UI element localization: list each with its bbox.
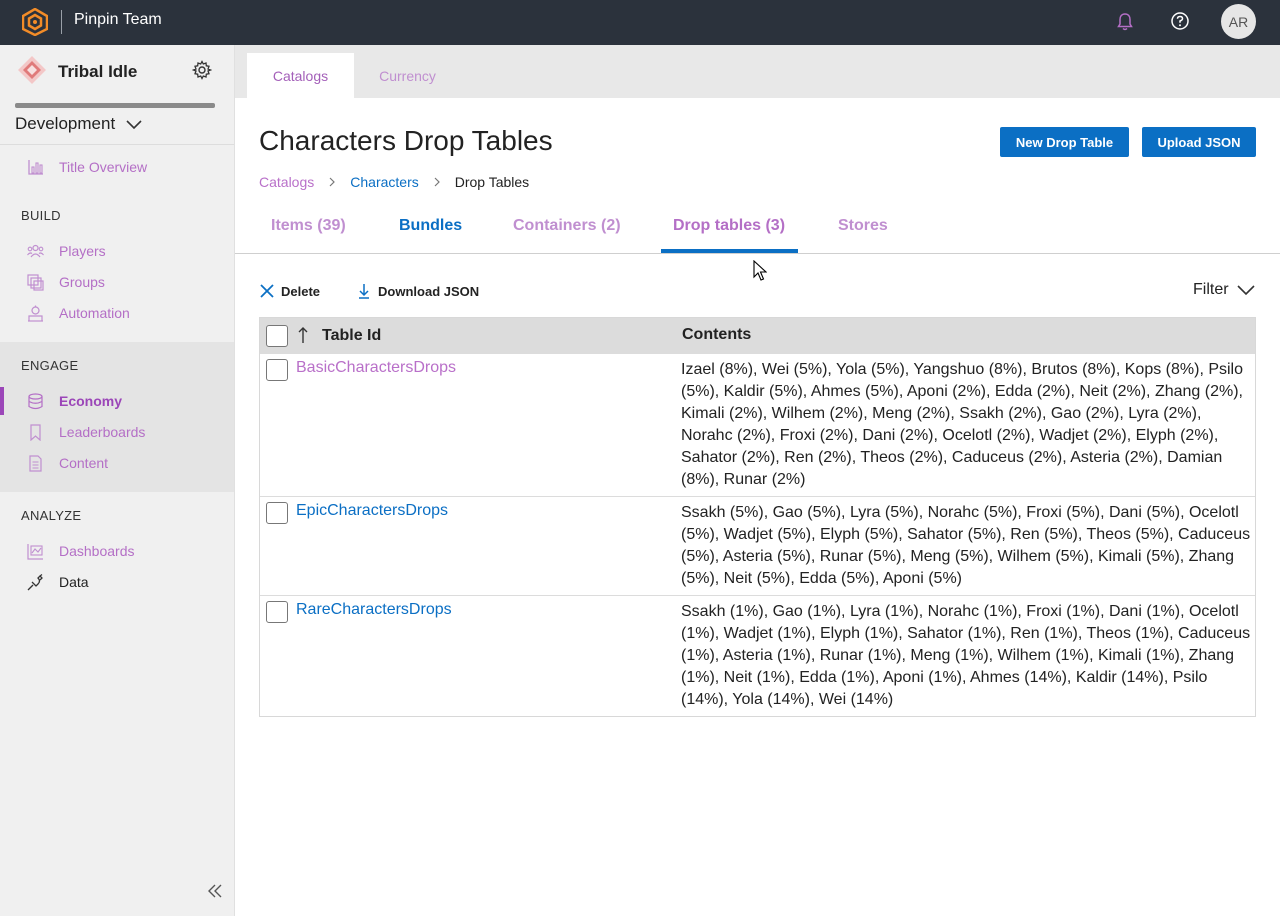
tab-items[interactable]: Items (39) <box>271 217 346 235</box>
help-icon[interactable] <box>1170 11 1190 31</box>
top-bar: Pinpin Team AR <box>0 0 1280 45</box>
delete-button[interactable]: Delete <box>259 283 320 299</box>
section-engage: ENGAGE <box>21 358 79 373</box>
table-id-link[interactable]: BasicCharactersDrops <box>296 359 456 377</box>
breadcrumb-catalogs[interactable]: Catalogs <box>259 174 314 190</box>
notification-bell-icon[interactable] <box>1115 12 1135 32</box>
section-analyze: ANALYZE <box>21 508 82 523</box>
table-toolbar: Delete Download JSON <box>259 281 479 301</box>
sidebar-item-label: Automation <box>59 305 130 321</box>
row-checkbox[interactable] <box>266 359 288 381</box>
bookmark-icon <box>30 423 41 441</box>
tab-stores[interactable]: Stores <box>838 217 888 235</box>
settings-gear-icon[interactable] <box>192 60 212 80</box>
sidebar-item-content[interactable]: Content <box>0 449 234 477</box>
collapse-sidebar-icon[interactable] <box>207 884 223 898</box>
environment-selector[interactable]: Development <box>15 114 143 134</box>
breadcrumb: Catalogs Characters Drop Tables <box>259 174 529 190</box>
table-header: Table Id Contents <box>260 318 1255 353</box>
dashboard-chart-icon <box>27 543 43 560</box>
team-name[interactable]: Pinpin Team <box>74 11 162 29</box>
row-checkbox[interactable] <box>266 502 288 524</box>
chevron-right-icon <box>434 177 440 187</box>
select-all-checkbox[interactable] <box>266 325 288 347</box>
chevron-down-icon <box>1236 285 1255 296</box>
sidebar-item-label: Leaderboards <box>59 424 146 440</box>
environment-label: Development <box>15 114 116 133</box>
chevron-right-icon <box>329 177 336 187</box>
sidebar-item-groups[interactable]: Groups <box>0 268 234 296</box>
tab-containers[interactable]: Containers (2) <box>513 217 621 235</box>
sidebar-item-economy[interactable]: Economy <box>0 387 234 415</box>
delete-label: Delete <box>281 283 321 299</box>
sidebar-divider <box>0 144 234 145</box>
tab-drop-tables[interactable]: Drop tables (3) <box>673 217 785 235</box>
sidebar-item-data[interactable]: Data <box>0 568 234 596</box>
mouse-cursor-icon <box>753 260 767 281</box>
data-plug-icon <box>27 573 43 590</box>
top-tab-strip: Catalogs Currency <box>235 45 1280 98</box>
row-contents: Ssakh (1%), Gao (1%), Lyra (1%), Norahc … <box>681 603 1251 708</box>
sort-ascending-icon[interactable] <box>298 326 308 344</box>
table-row: BasicCharactersDrops Izael (8%), Wei (5%… <box>260 353 1255 496</box>
players-icon <box>27 244 44 257</box>
document-icon <box>29 454 42 472</box>
column-header-table-id[interactable]: Table Id <box>322 327 381 345</box>
title-logo-icon <box>18 56 46 84</box>
row-contents: Izael (8%), Wei (5%), Yola (5%), Yangshu… <box>681 361 1244 488</box>
upload-json-button[interactable]: Upload JSON <box>1142 127 1256 157</box>
filter-label: Filter <box>1193 281 1229 298</box>
download-label: Download JSON <box>378 283 480 299</box>
download-json-button[interactable]: Download JSON <box>356 283 479 299</box>
section-build: BUILD <box>21 208 61 223</box>
automation-robot-icon <box>28 305 43 322</box>
download-icon <box>359 284 370 299</box>
sidebar-item-label: Groups <box>59 274 105 290</box>
sidebar-item-label: Title Overview <box>59 159 148 175</box>
playfab-logo-icon[interactable] <box>22 8 48 36</box>
title-name[interactable]: Tribal Idle <box>58 62 137 82</box>
table-id-link[interactable]: RareCharactersDrops <box>296 601 452 619</box>
tab-bundles[interactable]: Bundles <box>399 217 462 235</box>
tab-currency[interactable]: Currency <box>354 53 461 98</box>
sidebar: Tribal Idle Development Title Overview B… <box>0 45 235 916</box>
sidebar-item-label: Players <box>59 243 106 259</box>
breadcrumb-characters[interactable]: Characters <box>350 174 418 190</box>
close-icon <box>260 284 274 298</box>
column-header-contents: Contents <box>682 326 752 343</box>
sidebar-item-label: Content <box>59 455 109 471</box>
chevron-down-icon <box>126 120 142 130</box>
economy-database-icon <box>28 392 43 409</box>
table-id-link[interactable]: EpicCharactersDrops <box>296 502 448 520</box>
sidebar-item-players[interactable]: Players <box>0 237 234 265</box>
bar-chart-icon <box>28 159 43 175</box>
table-row: RareCharactersDrops Ssakh (1%), Gao (1%)… <box>260 595 1255 716</box>
new-drop-table-button[interactable]: New Drop Table <box>1000 127 1129 157</box>
active-indicator <box>0 387 4 415</box>
filter-dropdown[interactable]: Filter <box>1193 281 1255 299</box>
title-progress-bar <box>15 103 215 108</box>
groups-icon <box>27 273 44 291</box>
sidebar-item-leaderboards[interactable]: Leaderboards <box>0 418 234 446</box>
sidebar-item-label: Dashboards <box>59 543 135 559</box>
sidebar-item-label: Data <box>59 574 89 590</box>
catalog-tabs: Items (39) Bundles Containers (2) Drop t… <box>235 205 1280 254</box>
active-tab-underline <box>661 249 798 253</box>
tab-catalogs[interactable]: Catalogs <box>247 53 354 98</box>
drop-tables-table: Table Id Contents BasicCharactersDrops I… <box>259 317 1256 717</box>
breadcrumb-drop-tables: Drop Tables <box>454 174 530 190</box>
sidebar-item-label: Economy <box>59 393 123 409</box>
main-content: Catalogs Currency Characters Drop Tables… <box>235 45 1280 916</box>
table-row: EpicCharactersDrops Ssakh (5%), Gao (5%)… <box>260 496 1255 595</box>
user-avatar[interactable]: AR <box>1221 4 1256 39</box>
sidebar-item-title-overview[interactable]: Title Overview <box>0 153 234 181</box>
topbar-divider <box>61 10 62 34</box>
sidebar-item-automation[interactable]: Automation <box>0 299 234 327</box>
row-checkbox[interactable] <box>266 601 288 623</box>
row-contents: Ssakh (5%), Gao (5%), Lyra (5%), Norahc … <box>681 504 1251 587</box>
sidebar-item-dashboards[interactable]: Dashboards <box>0 537 234 565</box>
page-title: Characters Drop Tables <box>259 125 553 156</box>
